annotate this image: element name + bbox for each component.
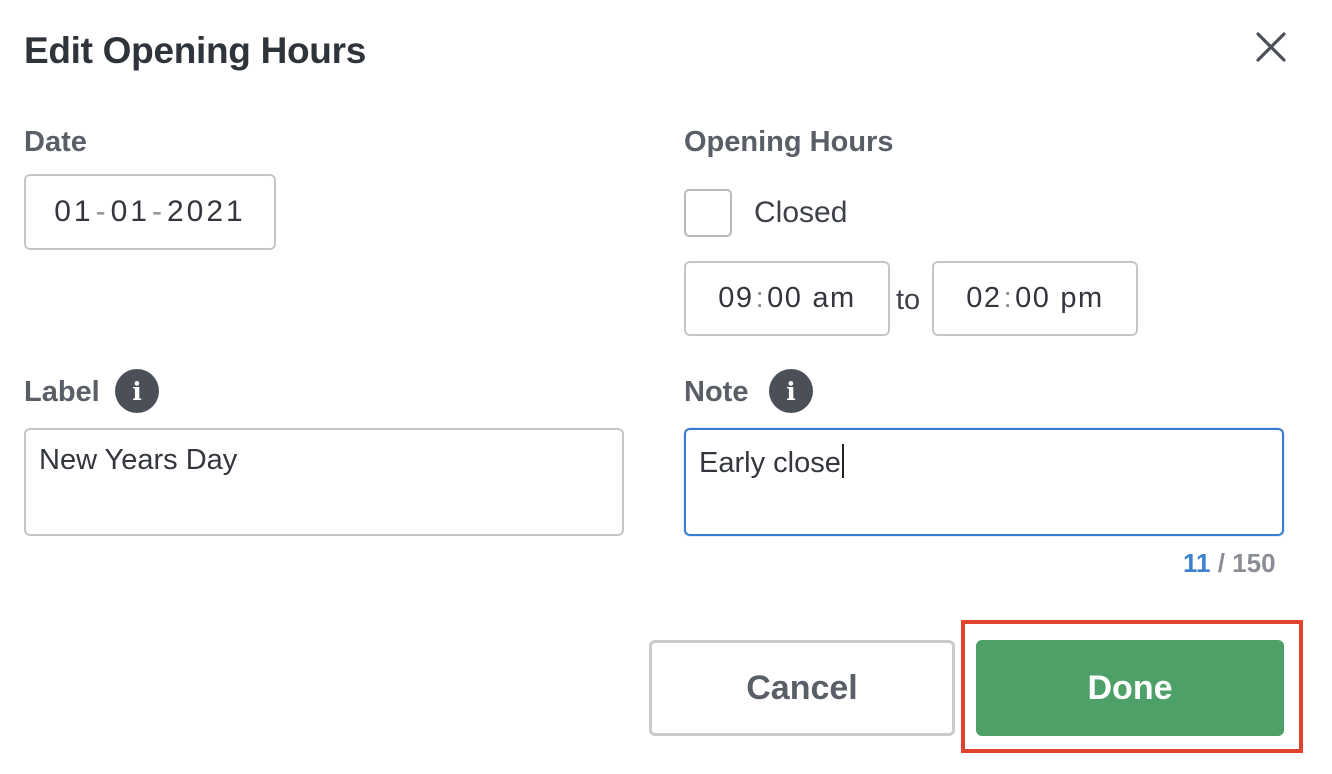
- opening-period[interactable]: am: [812, 282, 855, 315]
- closing-period[interactable]: pm: [1060, 282, 1103, 315]
- cancel-button[interactable]: Cancel: [649, 640, 955, 736]
- to-label: to: [896, 284, 921, 316]
- label-textarea[interactable]: New Years Day: [24, 428, 624, 536]
- note-char-counter: 11 / 150: [1183, 548, 1276, 579]
- label-info-icon[interactable]: i: [115, 369, 159, 413]
- date-label: Date: [24, 126, 87, 158]
- closed-checkbox[interactable]: [684, 189, 732, 237]
- note-textarea[interactable]: Early close: [684, 428, 1284, 536]
- close-icon: [1256, 32, 1286, 62]
- closing-minute[interactable]: 00: [1015, 282, 1050, 315]
- label-value: New Years Day: [39, 444, 238, 476]
- note-char-limit: / 150: [1210, 548, 1276, 578]
- date-month[interactable]: 01: [111, 195, 150, 229]
- label-field-label: Label: [24, 376, 100, 408]
- opening-time-input[interactable]: 09 : 00 am: [684, 261, 890, 336]
- dialog-title: Edit Opening Hours: [24, 30, 366, 71]
- note-char-count: 11: [1183, 548, 1211, 578]
- date-year[interactable]: 2021: [167, 195, 246, 229]
- date-separator: -: [95, 195, 109, 228]
- date-day[interactable]: 01: [54, 195, 93, 229]
- opening-hour[interactable]: 09: [718, 282, 753, 315]
- text-caret: [841, 444, 844, 478]
- time-separator: :: [1003, 282, 1014, 314]
- date-input[interactable]: 01 - 01 - 2021: [24, 174, 276, 250]
- opening-minute[interactable]: 00: [767, 282, 802, 315]
- note-info-icon[interactable]: i: [769, 369, 813, 413]
- note-value: Early close: [699, 447, 841, 479]
- closing-hour[interactable]: 02: [966, 282, 1001, 315]
- edit-opening-hours-dialog: Edit Opening Hours Date 01 - 01 - 2021 O…: [0, 0, 1332, 774]
- close-button[interactable]: [1250, 26, 1292, 68]
- time-separator: :: [755, 282, 766, 314]
- note-field-label: Note: [684, 376, 749, 408]
- opening-hours-label: Opening Hours: [684, 126, 894, 158]
- done-button[interactable]: Done: [976, 640, 1284, 736]
- closed-checkbox-label[interactable]: Closed: [754, 196, 847, 230]
- date-separator: -: [152, 195, 165, 228]
- closing-time-input[interactable]: 02 : 00 pm: [932, 261, 1138, 336]
